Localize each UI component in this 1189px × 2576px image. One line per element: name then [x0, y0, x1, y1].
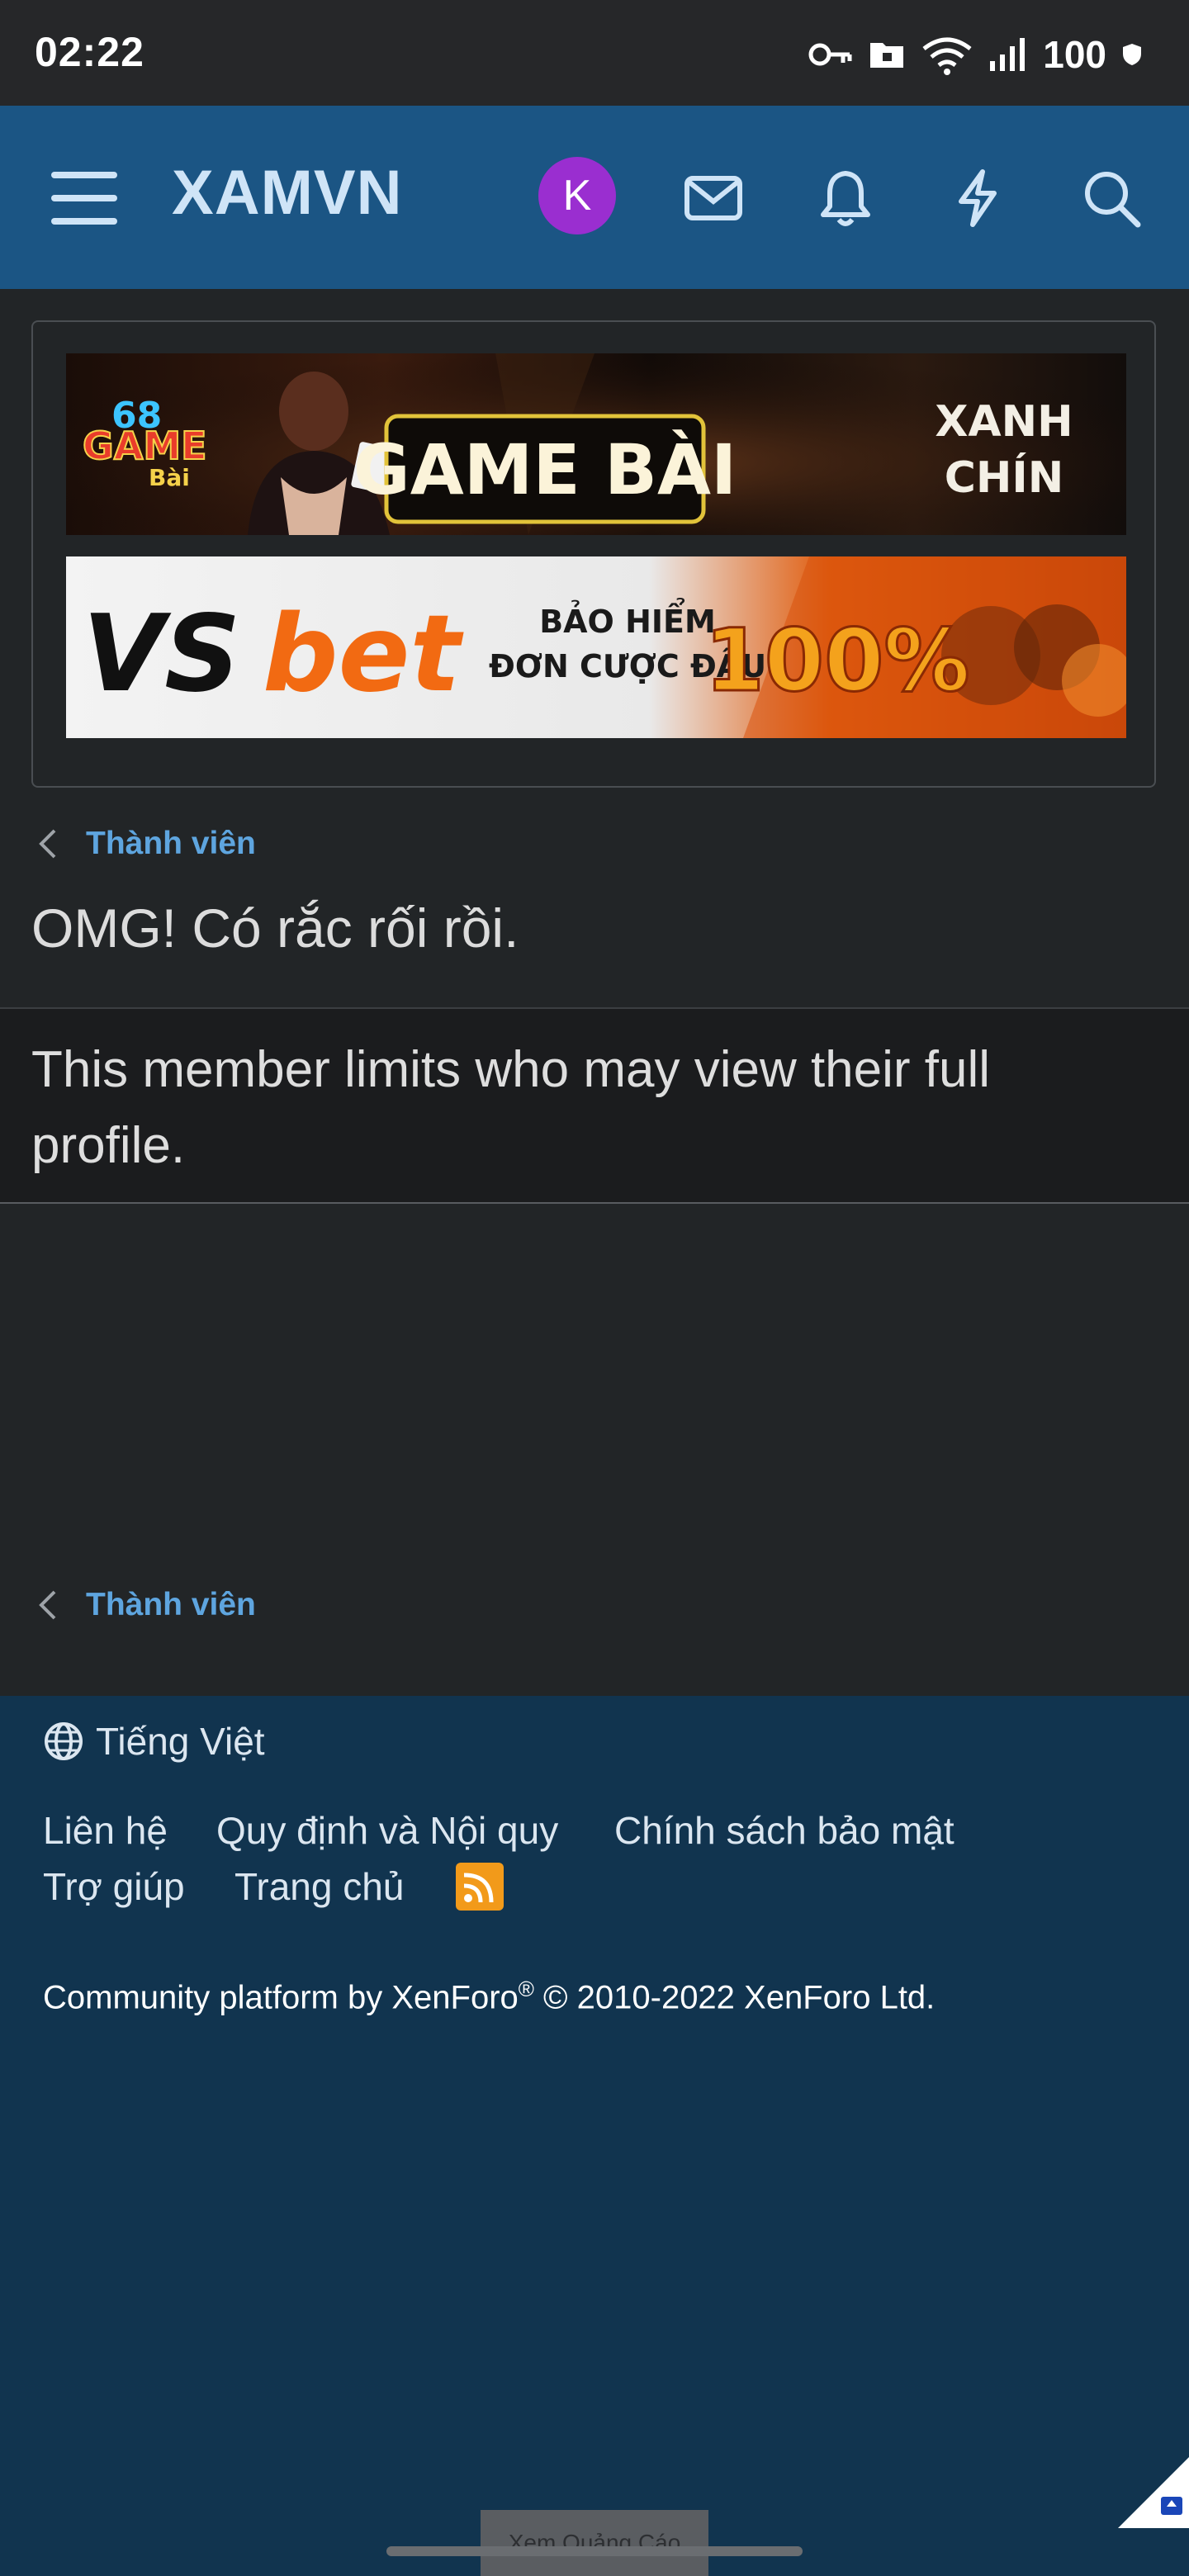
notice-text: This member limits who may view their fu… — [31, 1041, 991, 1174]
ad-bet: bet — [263, 593, 464, 716]
view-ad-button[interactable]: Xem Quảng Cáo — [481, 2510, 708, 2576]
footer-link-rules[interactable]: Quy định và Nội quy — [216, 1808, 558, 1853]
bolt-icon[interactable] — [945, 165, 1011, 231]
footer-link-privacy[interactable]: Chính sách bảo mật — [614, 1808, 955, 1853]
footer-link-home[interactable]: Trang chủ — [234, 1864, 404, 1909]
rss-icon[interactable] — [456, 1863, 504, 1911]
folder-lock-icon — [870, 43, 904, 68]
ad-headline: GAME BÀI — [353, 429, 737, 510]
footer-link-help[interactable]: Trợ giúp — [43, 1864, 185, 1909]
ad-tag-2: CHÍN — [945, 452, 1064, 503]
breadcrumb-label[interactable]: Thành viên — [86, 826, 256, 862]
footer-link-contact[interactable]: Liên hệ — [43, 1808, 168, 1853]
site-header: XAMVN K — [0, 106, 1189, 289]
status-bar: 02:22 100 — [0, 0, 1189, 106]
battery-level: 100 — [1043, 33, 1106, 76]
chevron-left-icon — [39, 829, 56, 859]
ad-percent: 100% — [704, 610, 969, 711]
ad-logo-word: GAME — [83, 424, 207, 468]
bell-icon[interactable] — [812, 165, 879, 231]
search-icon[interactable] — [1078, 165, 1144, 231]
ad-corner-icon[interactable] — [1118, 2457, 1189, 2528]
key-icon — [808, 43, 852, 66]
breadcrumb-top[interactable]: Thành viên — [38, 826, 256, 862]
status-icons: 100 — [808, 30, 1143, 79]
site-footer: Tiếng Việt Liên hệ Quy định và Nội quy C… — [0, 1696, 1189, 2576]
wifi-icon — [922, 37, 972, 75]
registered-mark: ® — [518, 1977, 534, 2001]
language-label[interactable]: Tiếng Việt — [96, 1719, 265, 1764]
ad-banner-game-bai[interactable]: 68 GAME Bài GAME BÀI XANH CHÍN — [66, 353, 1126, 535]
copyright-text: Community platform by XenForo® © 2010-20… — [43, 1977, 935, 2016]
ad-vs: VS — [83, 593, 240, 716]
ad-banner-vsbet[interactable]: VS bet BẢO HIỂM ĐƠN CƯỢC ĐẦU 100% — [66, 556, 1126, 738]
ad-logo-sub: Bài — [149, 464, 190, 491]
user-avatar[interactable]: K — [538, 157, 616, 234]
signal-icon — [990, 38, 1026, 71]
language-selector[interactable]: Tiếng Việt — [43, 1719, 265, 1764]
menu-icon[interactable] — [50, 165, 119, 231]
page-title: OMG! Có rắc rối rồi. — [31, 897, 519, 959]
ad-container: 68 GAME Bài GAME BÀI XANH CHÍN VS bet BẢ… — [31, 320, 1156, 788]
site-logo[interactable]: XAMVN — [172, 157, 402, 229]
breadcrumb-label[interactable]: Thành viên — [86, 1587, 256, 1623]
notice-block: This member limits who may view their fu… — [0, 1007, 1189, 1204]
chevron-left-icon — [39, 1590, 56, 1620]
ad-tag-1: XANH — [935, 397, 1073, 447]
breadcrumb-bottom[interactable]: Thành viên — [38, 1587, 256, 1623]
status-time: 02:22 — [35, 29, 144, 75]
copyright-prefix: Community platform by XenForo — [43, 1979, 519, 2016]
ad-line-1: BẢO HIỂM — [539, 599, 716, 640]
envelope-icon[interactable] — [680, 165, 746, 231]
gesture-bar — [386, 2546, 803, 2556]
copyright-suffix: © 2010-2022 XenForo Ltd. — [533, 1979, 936, 2016]
globe-icon — [45, 1722, 83, 1760]
shield-icon — [1123, 44, 1141, 65]
